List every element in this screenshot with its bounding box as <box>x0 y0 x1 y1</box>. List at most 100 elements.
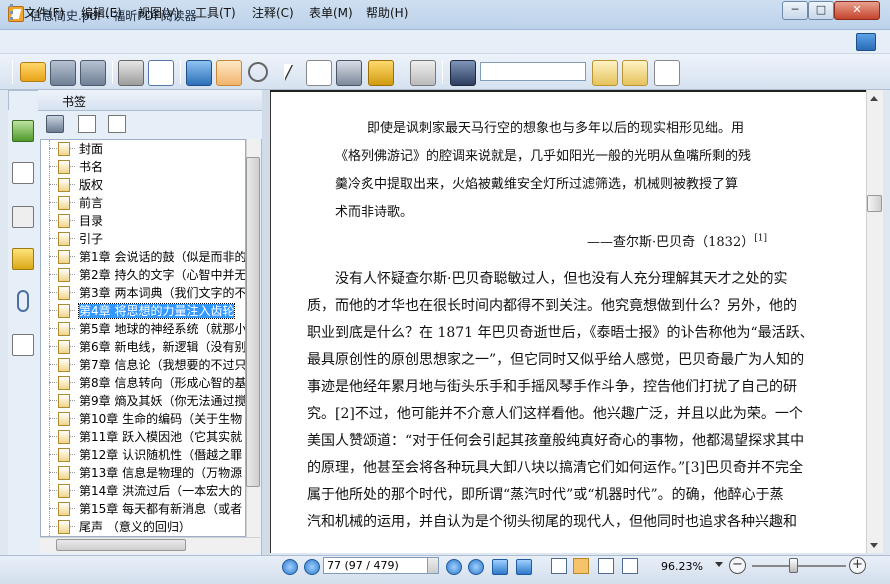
pages-tab-icon[interactable] <box>12 162 34 184</box>
save-icon[interactable] <box>50 60 76 86</box>
menu-help[interactable]: 帮助(H) <box>366 4 408 21</box>
add-child-bookmark-icon[interactable] <box>108 115 126 133</box>
delete-bookmark-icon[interactable] <box>46 115 64 133</box>
bookmark-item[interactable]: 第2章 持久的文字（心智中并无 <box>41 266 245 284</box>
document-vertical-scrollbar[interactable] <box>866 90 883 553</box>
add-bookmark-icon[interactable] <box>78 115 96 133</box>
sign-pen-icon[interactable] <box>410 60 436 86</box>
menu-form[interactable]: 表单(M) <box>309 4 353 21</box>
bookmark-label: 第7章 信息论（我想要的不过只 <box>79 358 246 372</box>
bookmark-item[interactable]: 版权 <box>41 176 245 194</box>
bookmark-item[interactable]: 引子 <box>41 230 245 248</box>
bookmark-item[interactable]: 第13章 信息是物理的（万物源 <box>41 464 245 482</box>
single-page-view-icon[interactable] <box>551 558 567 574</box>
bookmark-item[interactable]: 第8章 信息转向（形成心智的基 <box>41 374 245 392</box>
document-page[interactable]: 即使是讽刺家最天马行空的想象也与多年以后的现实相形见绌。用 《格列佛游记》的腔调… <box>270 90 866 553</box>
print-icon[interactable] <box>118 60 144 86</box>
continuous-view-icon[interactable] <box>573 558 589 574</box>
find-next-icon[interactable] <box>622 60 648 86</box>
menu-tools[interactable]: 工具(T) <box>195 4 236 21</box>
go-back-icon[interactable] <box>492 559 508 575</box>
bookmark-item[interactable]: 第1章 会说话的鼓（似是而非的 <box>41 248 245 266</box>
zoom-tool-icon[interactable] <box>248 62 268 82</box>
paragraph-line: 没有人怀疑查尔斯·巴贝奇聪敏过人，但也没有人充分理解其天才之处的实 <box>335 271 788 287</box>
page-number-input[interactable]: 77 (97 / 479) <box>323 557 439 574</box>
zoom-level[interactable]: 96.23% <box>661 560 703 573</box>
menu-grip-handle[interactable] <box>10 4 13 20</box>
bookmark-item[interactable]: 第7章 信息论（我想要的不过只 <box>41 356 246 374</box>
signatures-tab-icon[interactable] <box>12 334 34 356</box>
fullscreen-icon[interactable] <box>856 33 876 51</box>
bookmark-item[interactable]: 第9章 熵及其妖（你无法通过搅 <box>41 392 245 410</box>
bookmark-page-icon <box>58 466 70 480</box>
bookmarks-tab-icon[interactable] <box>12 120 34 142</box>
facing-view-icon[interactable] <box>598 558 614 574</box>
bookmark-label: 第3章 两本词典（我们文字的不 <box>79 286 246 300</box>
find-previous-icon[interactable] <box>592 60 618 86</box>
search-options-icon[interactable] <box>654 60 680 86</box>
comments-tab-icon[interactable] <box>12 248 34 270</box>
scroll-down-arrow-icon[interactable] <box>870 543 878 548</box>
page-dropdown-icon[interactable] <box>427 558 438 573</box>
bookmark-item[interactable]: 第3章 两本词典（我们文字的不 <box>41 284 246 302</box>
menu-file[interactable]: 文件(F) <box>24 4 64 21</box>
next-page-icon[interactable] <box>446 559 462 575</box>
layers-tab-icon[interactable] <box>12 206 34 228</box>
bookmark-page-icon <box>58 358 70 372</box>
bookmark-label: 第10章 生命的编码（关于生物 <box>79 412 243 426</box>
rms-lock-icon[interactable] <box>368 60 394 86</box>
bookmark-scroll-thumb[interactable] <box>246 157 260 487</box>
zoom-slider-thumb[interactable] <box>789 558 798 573</box>
text-select-icon[interactable] <box>306 60 332 86</box>
page-content: 即使是讽刺家最天马行空的想象也与多年以后的现实相形见绌。用 《格列佛游记》的腔调… <box>271 90 866 553</box>
first-page-icon[interactable] <box>282 559 298 575</box>
bookmark-item[interactable]: 第14章 洪流过后（一本宏大的 <box>41 482 245 500</box>
zoom-in-button[interactable]: + <box>849 557 866 574</box>
bookmark-item[interactable]: 第11章 跃入模因池（它其实就 <box>41 428 245 446</box>
last-page-icon[interactable] <box>468 559 484 575</box>
zoom-out-button[interactable]: − <box>729 557 746 574</box>
bookmark-item[interactable]: 封面 <box>41 140 245 158</box>
footnote-marker[interactable]: [1] <box>754 234 767 244</box>
bookmark-item[interactable]: 第6章 新电线，新逻辑（没有别 <box>41 338 245 356</box>
bookmark-hscroll-thumb[interactable] <box>56 539 186 551</box>
paragraph-line: 事迹是他经年累月地与街头乐手和手摇风琴手作斗争，控告他们打扰了自己的研 <box>307 379 797 395</box>
scroll-up-arrow-icon[interactable] <box>870 96 878 101</box>
previous-page-icon[interactable] <box>304 559 320 575</box>
maximize-button[interactable]: □ <box>808 1 834 20</box>
document-properties-icon[interactable] <box>148 60 174 86</box>
document-scroll-thumb[interactable] <box>867 195 882 212</box>
find-binoculars-icon[interactable] <box>450 60 476 86</box>
bookmark-item[interactable]: 第5章 地球的神经系统（就那小 <box>41 320 245 338</box>
search-input[interactable] <box>480 62 586 81</box>
go-forward-icon[interactable] <box>516 559 532 575</box>
panel-splitter[interactable] <box>262 90 270 557</box>
bookmark-item[interactable]: 目录 <box>41 212 245 230</box>
zoom-dropdown-icon[interactable] <box>715 562 723 567</box>
paragraph-line: 究。[2]不过，他可能并不介意人们这样看他。他兴趣广泛，并且以此为荣。一个 <box>307 406 803 422</box>
attachments-paperclip-icon[interactable] <box>17 290 29 312</box>
fullscreen-monitor-icon[interactable] <box>186 60 212 86</box>
save-as-icon[interactable] <box>80 60 106 86</box>
open-folder-icon[interactable] <box>20 62 46 82</box>
snapshot-camera-icon[interactable] <box>336 60 362 86</box>
bookmark-item[interactable]: 第4章 将思想的力量注入齿轮 <box>41 302 245 320</box>
bookmark-item[interactable]: 第12章 认识随机性（僭越之罪 <box>41 446 245 464</box>
bookmark-item[interactable]: 尾声 （意义的回归） <box>41 518 245 536</box>
side-tab-strip <box>8 110 38 557</box>
bookmark-item[interactable]: 书名 <box>41 158 245 176</box>
bookmark-item[interactable]: 第10章 生命的编码（关于生物 <box>41 410 245 428</box>
continuous-facing-view-icon[interactable] <box>622 558 638 574</box>
menu-view[interactable]: 视图(V) <box>138 4 180 21</box>
menu-comment[interactable]: 注释(C) <box>252 4 294 21</box>
bookmark-item[interactable]: 第15章 每天都有新消息（或者 <box>41 500 245 518</box>
bookmark-item[interactable]: 前言 <box>41 194 245 212</box>
menu-edit[interactable]: 编辑(E) <box>81 4 122 21</box>
zoom-slider-track[interactable] <box>752 565 846 567</box>
bookmark-page-icon <box>58 196 70 210</box>
close-button[interactable]: ✕ <box>834 1 880 20</box>
minimize-button[interactable]: ─ <box>782 1 808 20</box>
hand-tool-icon[interactable] <box>216 60 242 86</box>
select-arrow-icon[interactable] <box>276 60 302 86</box>
bookmark-label: 目录 <box>79 214 104 228</box>
